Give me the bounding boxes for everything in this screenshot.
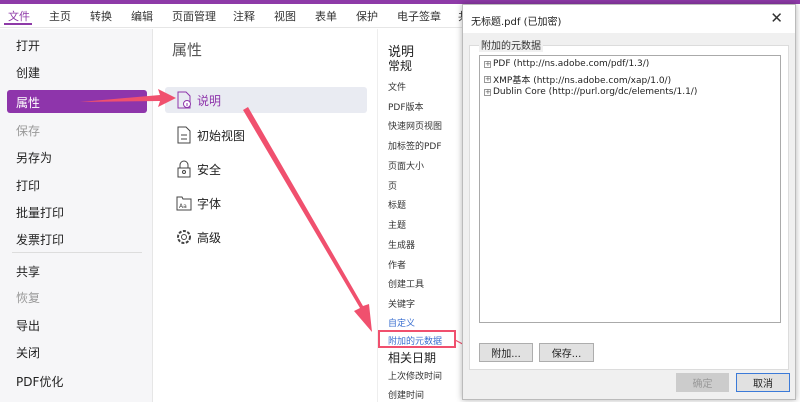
tab-home[interactable]: 主页 [49, 8, 71, 24]
sidebar-item-share[interactable]: 共享 [16, 263, 40, 280]
tab-file[interactable]: 文件 [8, 8, 30, 24]
sidebar-item-save[interactable]: 保存 [16, 122, 40, 139]
tree-node-label: Dublin Core (http://purl.org/dc/elements… [493, 87, 697, 97]
gear-icon [176, 228, 192, 246]
prop-item-label: 安全 [197, 161, 221, 178]
active-tab-underline [4, 23, 32, 25]
description-panel: 说明 常规 文件 PDF版本 快速网页视图 加标签的PDF 页面大小 页 标题 … [377, 29, 463, 402]
field-label: 页 [388, 179, 397, 192]
tab-edit[interactable]: 编辑 [131, 8, 153, 24]
expand-icon[interactable]: + [484, 89, 491, 96]
sidebar-item-save-as[interactable]: 另存为 [16, 149, 52, 166]
sidebar-item-close[interactable]: 关闭 [16, 344, 40, 361]
field-label: 作者 [388, 258, 406, 271]
dialog-title-bar: 无标题.pdf (已加密) ✕ [463, 5, 795, 33]
tab-convert[interactable]: 转换 [90, 8, 112, 24]
prop-item-label: 说明 [197, 92, 221, 109]
expand-icon[interactable]: + [484, 76, 491, 83]
custom-link[interactable]: 自定义 [388, 316, 415, 329]
tree-node[interactable]: +Dublin Core (http://purl.org/dc/element… [484, 87, 697, 97]
svg-text:Aa: Aa [179, 203, 187, 210]
field-label: 快速网页视图 [388, 119, 442, 132]
font-folder-icon: Aa [176, 194, 192, 212]
field-label: 加标签的PDF [388, 139, 442, 152]
tree-node[interactable]: +PDF (http://ns.adobe.com/pdf/1.3/) [484, 59, 649, 69]
prop-item-description[interactable]: 说明 [176, 88, 221, 112]
group-label: 附加的元数据 [479, 37, 543, 52]
sidebar-item-print[interactable]: 打印 [16, 177, 40, 194]
file-sidebar: 打开 创建 属性 保存 另存为 打印 批量打印 发票打印 共享 恢复 导出 关闭… [0, 29, 153, 402]
section-dates: 相关日期 [388, 349, 436, 366]
field-label: 标题 [388, 198, 406, 211]
tree-node-label: XMP基本 (http://ns.adobe.com/xap/1.0/) [493, 73, 671, 86]
document-info-icon [176, 91, 192, 109]
sidebar-item-export[interactable]: 导出 [16, 317, 40, 334]
tree-node[interactable]: +XMP基本 (http://ns.adobe.com/xap/1.0/) [484, 73, 671, 86]
metadata-tree[interactable]: +PDF (http://ns.adobe.com/pdf/1.3/) +XMP… [479, 55, 781, 323]
sidebar-item-invoice-print[interactable]: 发票打印 [16, 231, 64, 248]
tab-e-signature[interactable]: 电子签章 [397, 8, 441, 24]
metadata-dialog: 无标题.pdf (已加密) ✕ 附加的元数据 +PDF (http://ns.a… [462, 4, 796, 400]
field-label: 创建时间 [388, 388, 424, 401]
sidebar-item-create[interactable]: 创建 [16, 64, 40, 81]
panel-title: 属性 [172, 39, 202, 60]
expand-icon[interactable]: + [484, 61, 491, 68]
sidebar-item-open[interactable]: 打开 [16, 37, 40, 54]
prop-item-security[interactable]: 安全 [176, 157, 221, 181]
sidebar-item-batch-print[interactable]: 批量打印 [16, 204, 64, 221]
prop-item-initial-view[interactable]: 初始视图 [176, 123, 245, 147]
prop-item-fonts[interactable]: Aa 字体 [176, 191, 221, 215]
append-button[interactable]: 附加... [479, 343, 533, 362]
prop-item-advanced[interactable]: 高级 [176, 225, 221, 249]
field-label: 关键字 [388, 297, 415, 310]
tab-view[interactable]: 视图 [274, 8, 296, 24]
document-list-icon [176, 126, 192, 144]
cancel-button[interactable]: 取消 [736, 373, 790, 392]
close-icon[interactable]: ✕ [770, 9, 783, 27]
field-label: 创建工具 [388, 277, 424, 290]
field-label: PDF版本 [388, 100, 424, 113]
save-button[interactable]: 保存... [539, 343, 594, 362]
tab-protect[interactable]: 保护 [356, 8, 378, 24]
section-general: 常规 [388, 57, 412, 74]
lock-icon [176, 160, 192, 178]
tree-node-label: PDF (http://ns.adobe.com/pdf/1.3/) [493, 59, 649, 69]
sidebar-item-pdf-optimize[interactable]: PDF优化 [16, 373, 63, 390]
metadata-link[interactable]: 附加的元数据 [388, 334, 442, 347]
menu-bar: 文件 主页 转换 编辑 页面管理 注释 视图 表单 保护 电子签章 共 [0, 4, 470, 28]
ok-button[interactable]: 确定 [676, 373, 729, 392]
field-label: 主题 [388, 218, 406, 231]
tab-page-manage[interactable]: 页面管理 [172, 8, 216, 24]
prop-item-label: 高级 [197, 229, 221, 246]
prop-item-label: 初始视图 [197, 127, 245, 144]
sidebar-item-restore[interactable]: 恢复 [16, 289, 40, 306]
tab-annotate[interactable]: 注释 [233, 8, 255, 24]
field-label: 上次修改时间 [388, 369, 442, 382]
properties-panel: 属性 说明 初始视图 安全 Aa 字体 高级 [154, 29, 376, 402]
tab-form[interactable]: 表单 [315, 8, 337, 24]
field-label: 生成器 [388, 238, 415, 251]
sidebar-item-properties[interactable]: 属性 [16, 94, 40, 111]
divider [12, 252, 142, 253]
field-label: 页面大小 [388, 159, 424, 172]
prop-item-label: 字体 [197, 195, 221, 212]
dialog-title: 无标题.pdf (已加密) [471, 13, 561, 28]
field-label: 文件 [388, 80, 406, 93]
